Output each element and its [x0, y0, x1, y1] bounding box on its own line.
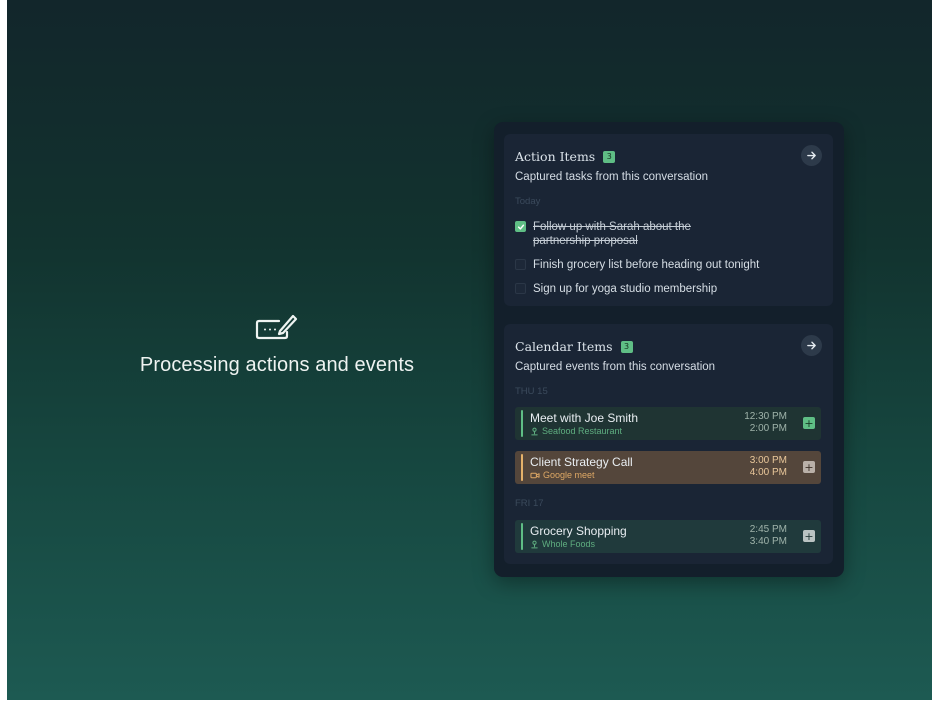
plus-icon: +: [804, 460, 814, 474]
event-location-text: Seafood Restaurant: [542, 426, 623, 436]
event-accent-bar: [521, 410, 523, 437]
event-start-time: 3:00 PM: [749, 455, 787, 466]
calendar-items-subtitle: Captured events from this conversation: [515, 361, 716, 373]
task-text: Follow up with Sarah about the partnersh…: [533, 220, 691, 248]
processing-status: Processing actions and events: [117, 312, 437, 377]
action-items-subtitle: Captured tasks from this conversation: [515, 171, 709, 183]
arrow-right-icon: [807, 341, 816, 350]
event-location: Google meet: [530, 470, 595, 480]
task-text: Finish grocery list before heading out t…: [533, 259, 760, 271]
arrow-right-icon: [807, 151, 816, 160]
task-item: Finish grocery list before heading out t…: [515, 258, 822, 272]
calendar-event[interactable]: Grocery Shopping Whole Foods 2:45 PM 3:4…: [515, 520, 821, 553]
event-location: Seafood Restaurant: [530, 426, 622, 436]
day-label: FRI 17: [515, 498, 544, 509]
calendar-event[interactable]: Client Strategy Call Google meet 3:00 PM…: [515, 451, 821, 484]
task-text-line: Follow up with Sarah about the: [533, 221, 691, 233]
task-item: Sign up for yoga studio membership: [515, 282, 822, 296]
action-items-card: Action Items 3 Captured tasks from this …: [504, 134, 833, 306]
task-checkbox-checked[interactable]: [515, 221, 526, 232]
results-panel: Action Items 3 Captured tasks from this …: [494, 122, 844, 577]
plus-icon: +: [804, 416, 814, 430]
event-title: Client Strategy Call: [530, 455, 633, 469]
day-label: THU 15: [515, 386, 548, 397]
event-title: Meet with Joe Smith: [530, 411, 639, 425]
event-times: 3:00 PM 4:00 PM: [750, 455, 787, 479]
video-icon: [530, 472, 540, 478]
map-pin-icon: [531, 540, 538, 548]
add-event-button[interactable]: +: [803, 530, 815, 542]
calendar-event[interactable]: Meet with Joe Smith Seafood Restaurant 1…: [515, 407, 821, 440]
calendar-items-title: Calendar Items: [515, 339, 613, 354]
app-background: Processing actions and events Action Ite…: [7, 0, 932, 700]
action-items-title: Action Items: [515, 149, 596, 164]
calendar-items-card: Calendar Items 3 Captured events from th…: [504, 324, 833, 564]
map-pin-icon: [531, 427, 538, 435]
event-accent-bar: [521, 454, 523, 481]
action-items-open-button[interactable]: [801, 145, 822, 166]
event-start-time: 2:45 PM: [749, 524, 787, 535]
calendar-items-count-badge: 3: [620, 340, 633, 353]
event-end-time: 4:00 PM: [749, 467, 787, 478]
task-text-line: partnership proposal: [533, 235, 638, 247]
action-items-header: Action Items 3: [515, 145, 822, 166]
event-end-time: 3:40 PM: [749, 536, 787, 547]
section-label-today: Today: [515, 196, 541, 207]
task-item: Follow up with Sarah about the partnersh…: [515, 220, 822, 248]
checkmark-icon: [517, 224, 524, 230]
event-location: Whole Foods: [530, 539, 595, 549]
event-start-time: 12:30 PM: [744, 411, 787, 422]
add-event-button[interactable]: +: [803, 461, 815, 473]
calendar-items-open-button[interactable]: [801, 335, 822, 356]
event-title: Grocery Shopping: [530, 524, 627, 538]
event-times: 2:45 PM 3:40 PM: [750, 524, 787, 548]
event-end-time: 2:00 PM: [749, 423, 787, 434]
task-checkbox[interactable]: [515, 283, 526, 294]
plus-icon: +: [804, 529, 814, 543]
event-location-text: Google meet: [543, 470, 595, 480]
event-times: 12:30 PM 2:00 PM: [744, 411, 787, 435]
event-accent-bar: [521, 523, 523, 550]
task-checkbox[interactable]: [515, 259, 526, 270]
processing-text: Processing actions and events: [139, 354, 415, 376]
calendar-items-header: Calendar Items 3: [515, 335, 822, 356]
task-text: Sign up for yoga studio membership: [533, 283, 718, 295]
action-items-count-badge: 3: [603, 150, 616, 163]
add-event-button[interactable]: +: [803, 417, 815, 429]
keyboard-edit-icon: [255, 314, 298, 340]
event-location-text: Whole Foods: [542, 539, 596, 549]
